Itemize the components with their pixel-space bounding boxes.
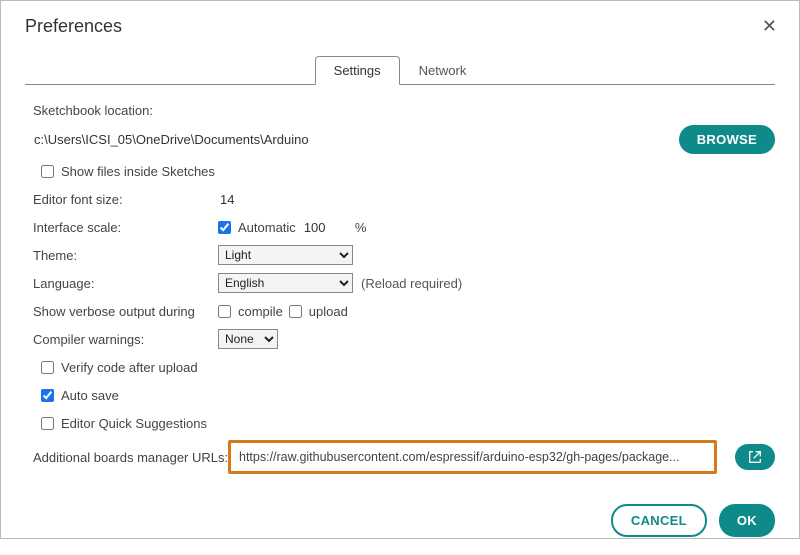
interface-scale-label: Interface scale: — [33, 220, 218, 235]
additional-urls-highlight — [228, 440, 717, 474]
sketchbook-location-input[interactable] — [33, 128, 669, 151]
quick-suggestions-label: Editor Quick Suggestions — [61, 416, 207, 431]
upload-label: upload — [309, 304, 348, 319]
compile-label: compile — [238, 304, 283, 319]
font-size-label: Editor font size: — [33, 192, 218, 207]
show-files-label: Show files inside Sketches — [61, 164, 215, 179]
tab-bar: Settings Network — [25, 55, 775, 85]
browse-button[interactable]: BROWSE — [679, 125, 775, 154]
compiler-warnings-label: Compiler warnings: — [33, 332, 218, 347]
verify-after-upload-label: Verify code after upload — [61, 360, 198, 375]
open-urls-dialog-button[interactable] — [735, 444, 775, 470]
cancel-button[interactable]: CANCEL — [611, 504, 707, 537]
additional-urls-label: Additional boards manager URLs: — [33, 450, 238, 465]
close-icon[interactable]: ✕ — [758, 13, 781, 39]
verify-after-upload-checkbox[interactable] — [41, 361, 54, 374]
ok-button[interactable]: OK — [719, 504, 775, 537]
automatic-scale-label: Automatic — [238, 220, 296, 235]
compile-checkbox[interactable] — [218, 305, 231, 318]
compiler-warnings-select[interactable]: None — [218, 329, 278, 349]
percent-label: % — [355, 220, 367, 235]
auto-save-checkbox[interactable] — [41, 389, 54, 402]
tab-network[interactable]: Network — [400, 56, 486, 85]
reload-note: (Reload required) — [361, 276, 462, 291]
theme-select[interactable]: Light — [218, 245, 353, 265]
auto-save-label: Auto save — [61, 388, 119, 403]
tab-settings[interactable]: Settings — [315, 56, 400, 85]
sketchbook-location-label: Sketchbook location: — [33, 103, 153, 118]
interface-scale-input[interactable] — [302, 219, 347, 236]
automatic-scale-checkbox[interactable] — [218, 221, 231, 234]
font-size-input[interactable] — [218, 191, 263, 208]
open-external-icon — [747, 449, 763, 465]
language-select[interactable]: English — [218, 273, 353, 293]
additional-urls-input[interactable] — [237, 449, 708, 465]
theme-label: Theme: — [33, 248, 218, 263]
language-label: Language: — [33, 276, 218, 291]
verbose-label: Show verbose output during — [33, 304, 218, 319]
quick-suggestions-checkbox[interactable] — [41, 417, 54, 430]
upload-checkbox[interactable] — [289, 305, 302, 318]
show-files-checkbox[interactable] — [41, 165, 54, 178]
window-title: Preferences — [25, 16, 122, 37]
